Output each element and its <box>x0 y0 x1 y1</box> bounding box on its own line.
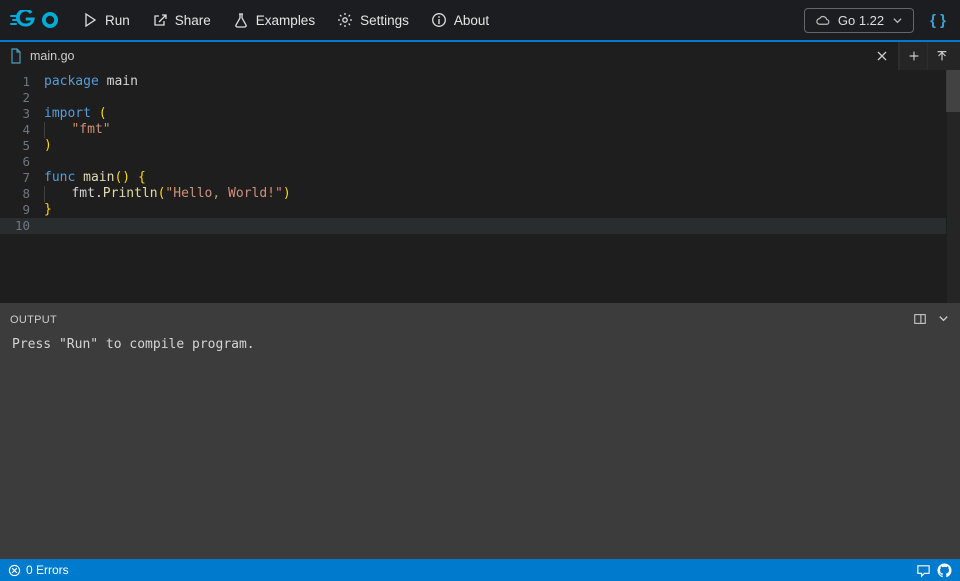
close-icon[interactable] <box>874 48 890 64</box>
code-content: ) <box>44 138 52 154</box>
code-line[interactable]: 3import ( <box>0 106 960 122</box>
code-line[interactable]: 4 "fmt" <box>0 122 960 138</box>
code-line[interactable]: 9} <box>0 202 960 218</box>
line-number: 5 <box>0 138 44 154</box>
code-content: } <box>44 202 52 218</box>
info-icon <box>431 12 447 28</box>
layout-icon <box>913 312 927 326</box>
share-icon <box>152 12 168 28</box>
line-number: 1 <box>0 74 44 90</box>
run-label: Run <box>105 13 130 28</box>
run-button[interactable]: Run <box>72 6 140 34</box>
settings-label: Settings <box>360 13 409 28</box>
errors-status[interactable]: 0 Errors <box>8 563 69 577</box>
code-line[interactable]: 2 <box>0 90 960 106</box>
status-bar: 0 Errors <box>0 559 960 581</box>
code-line[interactable]: 8 fmt.Println("Hello, World!") <box>0 186 960 202</box>
code-content: "fmt" <box>44 122 111 138</box>
line-number: 8 <box>0 186 44 202</box>
github-icon <box>937 563 952 578</box>
chevron-down-icon <box>892 15 903 26</box>
feedback-icon <box>916 563 931 578</box>
code-line[interactable]: 7func main() { <box>0 170 960 186</box>
share-button[interactable]: Share <box>142 6 221 34</box>
go-version-label: Go 1.22 <box>838 13 884 28</box>
code-line[interactable]: 6 <box>0 154 960 170</box>
chevron-down-icon <box>937 312 950 325</box>
error-icon <box>8 564 21 577</box>
code-line[interactable]: 1package main <box>0 74 960 90</box>
line-number: 9 <box>0 202 44 218</box>
upload-button[interactable] <box>927 42 955 70</box>
plus-icon <box>907 49 921 63</box>
feedback-button[interactable] <box>916 563 931 578</box>
code-line[interactable]: 10 <box>0 218 960 234</box>
line-number: 3 <box>0 106 44 122</box>
examples-button[interactable]: Examples <box>223 6 325 34</box>
output-text: Press "Run" to compile program. <box>12 337 255 352</box>
code-line[interactable]: 5) <box>0 138 960 154</box>
split-panel-button[interactable] <box>913 312 927 329</box>
output-header: OUTPUT <box>0 307 960 333</box>
code-editor[interactable]: 1package main23import (4 "fmt"5)67func m… <box>0 70 960 303</box>
examples-label: Examples <box>256 13 315 28</box>
errors-label: 0 Errors <box>26 563 69 577</box>
tab-main-go[interactable]: main.go <box>0 42 899 70</box>
about-button[interactable]: About <box>421 6 499 34</box>
output-title: OUTPUT <box>10 314 57 326</box>
code-content: package main <box>44 74 138 90</box>
output-panel: Press "Run" to compile program. <box>0 333 960 559</box>
line-number: 10 <box>0 218 44 234</box>
settings-button[interactable]: Settings <box>327 6 419 34</box>
code-content: func main() { <box>44 170 146 186</box>
gear-icon <box>337 12 353 28</box>
go-logo <box>10 10 60 30</box>
cloud-icon <box>815 13 830 28</box>
about-label: About <box>454 13 489 28</box>
share-label: Share <box>175 13 211 28</box>
flask-icon <box>233 12 249 28</box>
line-number: 6 <box>0 154 44 170</box>
collapse-panel-button[interactable] <box>937 312 950 328</box>
code-content: fmt.Println("Hello, World!") <box>44 186 291 202</box>
file-icon <box>8 48 24 64</box>
play-icon <box>82 12 98 28</box>
arrow-up-icon <box>935 49 949 63</box>
format-button[interactable]: { } <box>924 8 952 33</box>
github-link[interactable] <box>937 563 952 578</box>
line-number: 7 <box>0 170 44 186</box>
new-tab-button[interactable] <box>899 42 927 70</box>
tab-label: main.go <box>30 49 74 63</box>
go-version-select[interactable]: Go 1.22 <box>804 8 914 33</box>
line-number: 4 <box>0 122 44 138</box>
code-content: import ( <box>44 106 107 122</box>
tabs-row: main.go <box>0 42 960 70</box>
scrollbar-thumb[interactable] <box>946 70 960 112</box>
line-number: 2 <box>0 90 44 106</box>
toolbar: Run Share Examples Settings About Go 1.2… <box>0 0 960 42</box>
